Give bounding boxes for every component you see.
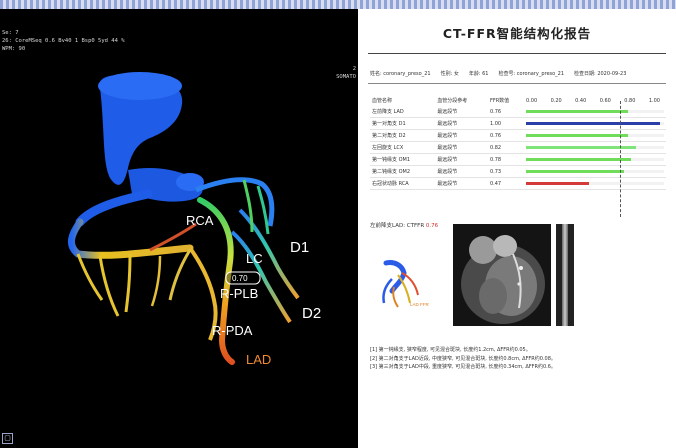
coronary-tree-render[interactable]: RCA LC D1 D2 0.70 R-PLB R-PDA LAD	[0, 9, 358, 448]
table-row: 左回旋支 LCX 最远段节 0.82	[370, 141, 666, 154]
table-row: 左前降支 LAD 最远段节 0.76	[370, 106, 666, 118]
square-icon[interactable]: ▢	[2, 433, 13, 444]
ffr-value: 0.76	[487, 106, 524, 118]
vessel-segment: 最远段节	[435, 129, 488, 142]
ffr-scale: 0.00 0.20 0.40 0.60 0.80 1.00	[526, 98, 660, 104]
rca-branch	[76, 253, 104, 301]
meta-sex: 性别: 女	[440, 71, 459, 77]
r-pda-label: R-PDA	[212, 323, 253, 338]
ffr-bar	[526, 182, 589, 185]
finding-line: [3] 第三对角支于LAD中段, 重度狭窄, 可见混合斑块, 长度约0.34cm…	[370, 364, 556, 370]
thumbnail-label: LAD FFR	[410, 302, 430, 307]
findings-notes: [1] 第一钝缘支, 狭窄程度, 可见混合斑块, 长度约1.2cm, ΔFFR约…	[370, 346, 556, 372]
ffr-value: 0.78	[487, 153, 524, 166]
ffr-value: 0.76	[487, 129, 524, 142]
scale-tick: 0.40	[575, 97, 587, 104]
table-row: 第二对角支 D2 最远段节 0.76	[370, 129, 666, 142]
ffr-bar	[526, 158, 631, 161]
vessel-segment: 最远段节	[435, 106, 488, 118]
ffr-bar	[526, 110, 628, 113]
ffr-threshold-line	[620, 101, 621, 217]
ffr-bar	[526, 122, 660, 125]
ffr-bar	[526, 170, 624, 173]
ffr-bar	[526, 134, 628, 137]
ffr-bar-cell	[524, 153, 666, 166]
rca-branch	[98, 255, 120, 317]
vessel-name: 第一钝缘支 OM1	[370, 153, 436, 166]
scale-tick: 0.20	[550, 97, 562, 104]
selected-vessel-name: 左前降支LAD: CTFFR	[370, 223, 425, 229]
ffr-bar-cell	[524, 106, 666, 118]
vessel-segment: 最远段节	[435, 165, 488, 178]
vessel-name: 左回旋支 LCX	[370, 141, 436, 154]
scale-tick: 0.00	[526, 97, 538, 104]
table-row: 第一钝缘支 OM1 最远段节 0.78	[370, 153, 666, 166]
3d-coronary-viewer[interactable]: Se: 7 26: CoreMSeq 0.6 Bv40 1 Bsp0 5yd 4…	[0, 9, 358, 448]
meta-divider	[368, 83, 666, 84]
finding-line: [2] 第二对角支于LAD近段, 中度狭窄, 可见混合斑块, 长度约0.8cm,…	[370, 355, 556, 362]
ffr-bar-cell	[524, 165, 666, 178]
rca-branch	[124, 253, 132, 313]
vessel-name: 右冠状动脉 RCA	[370, 177, 436, 190]
d2-label: D2	[302, 305, 321, 322]
d1-label: D1	[290, 239, 309, 256]
vessel-segment: 最远段节	[435, 177, 488, 190]
aorta-top	[98, 72, 182, 100]
table-row: 第一对角支 D1 最远段节 1.00	[370, 117, 666, 130]
finding-line: [1] 第一钝缘支, 狭窄程度, 可见混合斑块, 长度约1.2cm, ΔFFR约…	[370, 347, 531, 353]
report-title: CT-FFR智能结构化报告	[442, 26, 592, 41]
col-vessel-name: 血管名称	[372, 98, 393, 104]
vessel-segment: 最远段节	[435, 117, 488, 130]
lad-label: LAD	[246, 352, 271, 367]
scale-tick: 0.60	[599, 97, 611, 104]
vessel-segment: 最远段节	[435, 141, 488, 154]
top-menu-strip	[0, 0, 676, 9]
meta-exam-date: 检查日期: 2020-09-23	[574, 71, 627, 77]
ct-cross-section-image	[453, 224, 551, 326]
patient-meta-row: 姓名: coronary_preso_21 性别: 女 年龄: 61 检查号: …	[370, 70, 670, 77]
ffr-bar-cell	[524, 129, 666, 142]
meta-exam-id: 检查号: coronary_preso_21	[498, 71, 565, 77]
vessel-name: 第一对角支 D1	[370, 117, 436, 130]
vessel-name: 左前降支 LAD	[370, 106, 436, 118]
col-ffr-value: FFR数值	[489, 98, 510, 104]
ct-straightened-strip	[556, 224, 574, 326]
selected-vessel-label: 左前降支LAD: CTFFR 0.76	[370, 221, 438, 229]
ffr-report-panel: CT-FFR智能结构化报告 姓名: coronary_preso_21 性别: …	[358, 9, 676, 448]
vessel-thumbnail: LAD FFR	[382, 260, 430, 308]
rca-label: RCA	[186, 213, 214, 228]
title-divider	[368, 53, 666, 54]
col-scale: 0.00 0.20 0.40 0.60 0.80 1.00	[524, 95, 666, 106]
plb-vessel	[168, 249, 192, 301]
small-branch	[150, 255, 162, 307]
ffr-bar-cell	[524, 177, 666, 190]
ffr-value: 0.82	[487, 141, 524, 154]
lcx-branch	[242, 179, 254, 233]
vessel-name: 第二钝缘支 OM2	[370, 165, 436, 178]
ffr-value: 0.47	[487, 177, 524, 190]
vessel-segment: 最远段节	[435, 153, 488, 166]
scale-tick: 0.80	[624, 97, 636, 104]
meta-name: 姓名: coronary_preso_21	[370, 71, 431, 77]
ffr-bar-cell	[524, 141, 666, 154]
meta-age: 年龄: 61	[468, 71, 489, 77]
table-row: 右冠状动脉 RCA 最远段节 0.47	[370, 177, 666, 190]
ffr-value: 0.73	[487, 165, 524, 178]
vessel-name: 第二对角支 D2	[370, 129, 436, 142]
scale-tick: 1.00	[648, 97, 660, 104]
table-row: 第二钝缘支 OM2 最远段节 0.73	[370, 165, 666, 178]
ffr-table: 血管名称 血管分段参考 FFR数值 0.00 0.20 0.40 0.60 0.…	[370, 95, 666, 190]
col-segment: 血管分段参考	[437, 98, 468, 104]
ffr-value: 1.00	[487, 117, 524, 130]
ffr-probe-value: 0.70	[232, 274, 248, 283]
lc-label: LC	[246, 251, 263, 266]
ffr-bar-cell	[524, 117, 666, 130]
selected-vessel-value: 0.76	[425, 223, 439, 229]
rca-proximal	[75, 189, 153, 227]
r-plb-label: R-PLB	[220, 286, 258, 301]
